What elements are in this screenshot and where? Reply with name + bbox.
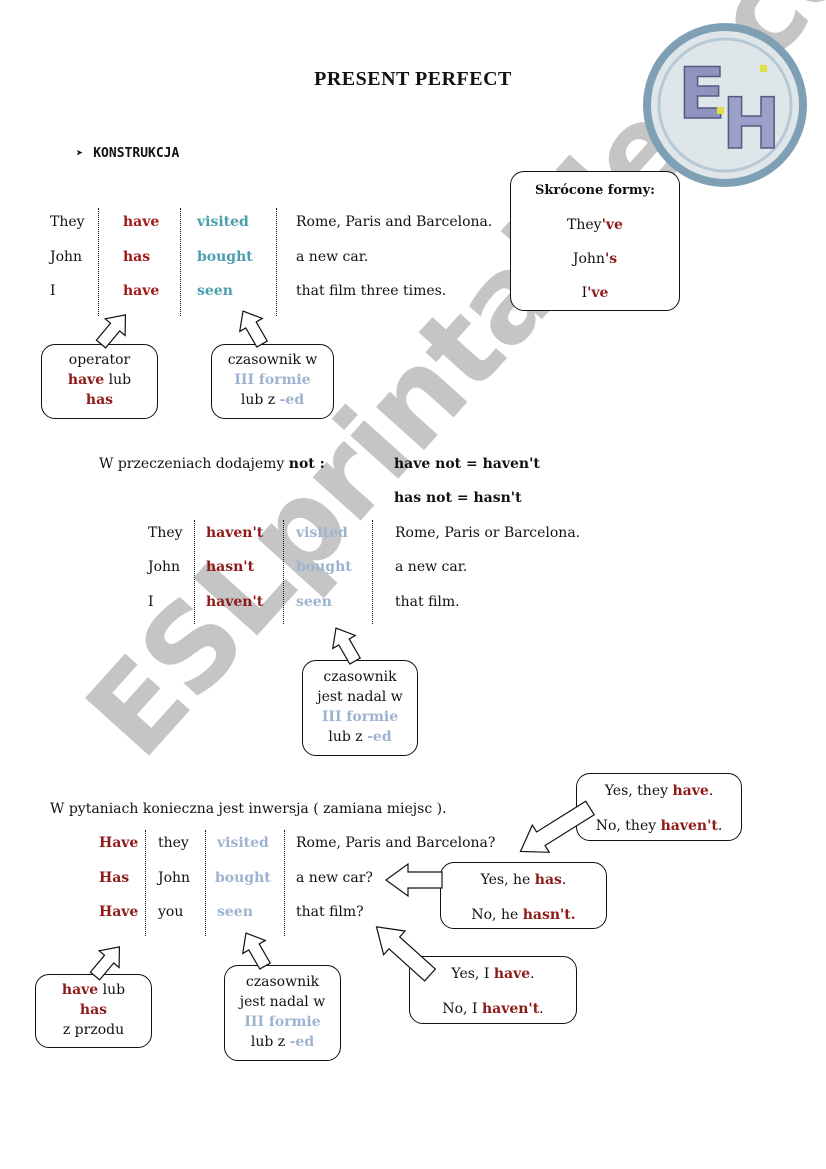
page-title: PRESENT PERFECT — [314, 68, 512, 90]
short-form-item: John's — [572, 251, 618, 267]
svg-text:E: E — [678, 53, 726, 135]
subject: John — [50, 249, 83, 265]
operator: have — [123, 283, 160, 299]
column-divider — [194, 520, 195, 624]
short-answer-box: Yes, I have. No, I haven't. — [409, 956, 577, 1024]
short-forms-box: Skrócone formy: They've John's I've — [510, 171, 680, 311]
subject: I — [148, 594, 154, 610]
sentence-rest: Rome, Paris and Barcelona. — [296, 214, 493, 230]
sentence-rest: a new car. — [395, 559, 468, 575]
column-divider — [276, 208, 277, 316]
arrow-icon — [384, 862, 443, 898]
arrowhead-bullet-icon: ➤ — [76, 146, 84, 160]
past-participle: seen — [296, 594, 332, 610]
participle-note: czasownik jest nadal w III formie lub z … — [302, 660, 418, 756]
column-divider — [372, 520, 373, 624]
questions-intro: W pytaniach konieczna jest inwersja ( za… — [50, 801, 447, 817]
sentence-rest: that film. — [395, 594, 460, 610]
sentence-rest: that film? — [296, 904, 364, 920]
past-participle: bought — [215, 870, 271, 886]
subject: They — [148, 525, 183, 541]
past-participle: visited — [217, 835, 269, 851]
operator: Have — [99, 835, 139, 851]
operator-note: operator have lub has — [41, 344, 158, 419]
participle-note: czasownik jest nadal w III formie lub z … — [224, 965, 341, 1061]
contraction-rule: has not = hasn't — [394, 490, 522, 506]
subject: John — [148, 559, 181, 575]
column-divider — [180, 208, 181, 316]
operator: haven't — [206, 594, 264, 610]
past-participle: visited — [296, 525, 348, 541]
operator: hasn't — [206, 559, 255, 575]
logo-icon: E H — [643, 23, 807, 187]
section-heading-label: KONSTRUKCJA — [93, 146, 180, 161]
sentence-rest: a new car. — [296, 249, 369, 265]
subject: I — [50, 283, 56, 299]
section-heading: ➤ KONSTRUKCJA — [76, 146, 179, 161]
column-divider — [145, 830, 146, 936]
short-forms-title: Skrócone formy: — [535, 183, 655, 198]
subject: They — [50, 214, 85, 230]
participle-note: czasownik w III formie lub z -ed — [211, 344, 334, 419]
column-divider — [283, 520, 284, 624]
operator: has — [123, 249, 151, 265]
past-participle: bought — [296, 559, 352, 575]
operator: have — [123, 214, 160, 230]
past-participle: visited — [197, 214, 249, 230]
subject: you — [158, 904, 184, 920]
past-participle: seen — [217, 904, 253, 920]
operator-note: have lub has z przodu — [35, 974, 152, 1048]
column-divider — [98, 208, 99, 316]
negative-intro: W przeczeniach dodajemy not : — [99, 456, 325, 472]
sentence-rest: Rome, Paris and Barcelona? — [296, 835, 496, 851]
operator: Has — [99, 870, 130, 886]
past-participle: bought — [197, 249, 253, 265]
short-form-item: They've — [567, 217, 623, 233]
short-answer-box: Yes, they have. No, they haven't. — [576, 773, 742, 841]
contraction-rule: have not = haven't — [394, 456, 540, 472]
sentence-rest: that film three times. — [296, 283, 447, 299]
subject: they — [158, 835, 189, 851]
short-form-item: I've — [581, 285, 609, 301]
short-answer-box: Yes, he has. No, he hasn't. — [440, 862, 607, 929]
column-divider — [205, 830, 206, 936]
sentence-rest: a new car? — [296, 870, 373, 886]
operator: haven't — [206, 525, 264, 541]
column-divider — [284, 830, 285, 936]
past-participle: seen — [197, 283, 233, 299]
svg-text:H: H — [722, 83, 781, 165]
operator: Have — [99, 904, 139, 920]
sentence-rest: Rome, Paris or Barcelona. — [395, 525, 581, 541]
subject: John — [158, 870, 191, 886]
